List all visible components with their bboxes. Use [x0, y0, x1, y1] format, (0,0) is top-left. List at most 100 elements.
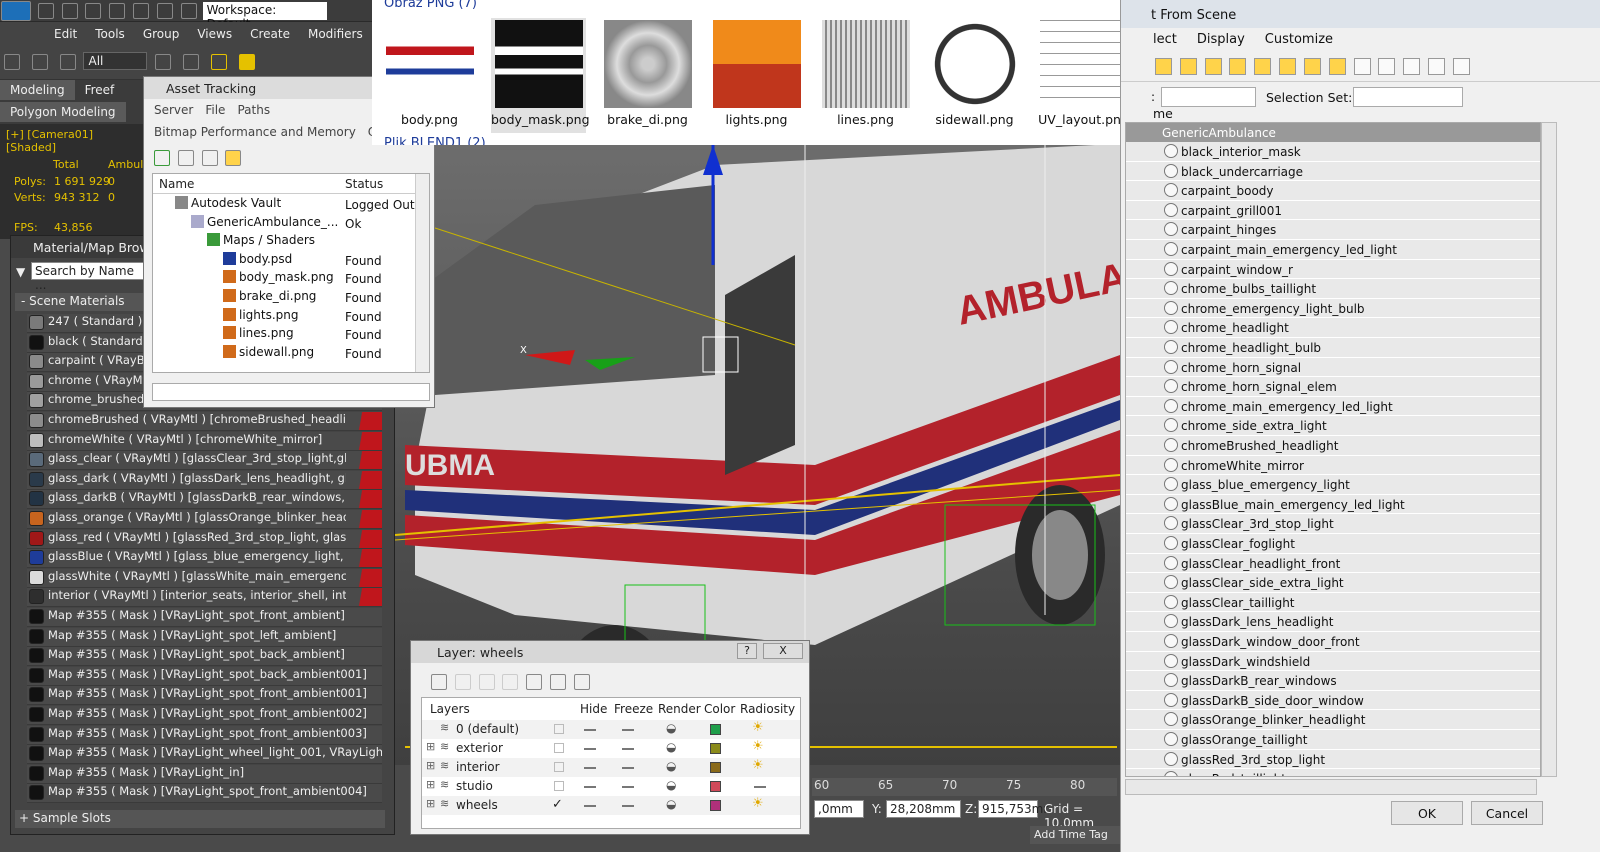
file-thumbnail[interactable]: sidewall.png	[927, 18, 1022, 133]
asset-scrollbar[interactable]	[415, 174, 429, 372]
scene-list-item[interactable]: glassDark_lens_headlight	[1126, 612, 1540, 632]
layer-row[interactable]: ⊞ ≋ exterior ◒ ☀	[422, 739, 800, 758]
open-file-icon[interactable]	[61, 3, 78, 19]
asset-row[interactable]: lights.png Found	[153, 307, 415, 326]
display-shapes-icon[interactable]	[1179, 58, 1197, 75]
z-coordinate-field[interactable]: 915,753mr	[978, 800, 1048, 818]
png-group-header[interactable]: Obraz PNG (7)	[384, 0, 477, 11]
material-item[interactable]: glassWhite ( VRayMtl ) [glassWhite_main_…	[27, 568, 382, 588]
scene-list-item[interactable]: glassClear_taillight	[1126, 592, 1540, 613]
current-layer-checkbox[interactable]	[554, 762, 564, 772]
scene-list-item[interactable]: carpaint_hinges	[1126, 220, 1540, 240]
material-item[interactable]: Map #355 ( Mask ) [VRayLight_spot_front_…	[27, 706, 382, 725]
asset-row[interactable]: body_mask.png Found	[153, 270, 415, 288]
render-teapot-icon[interactable]: ◒	[666, 759, 676, 773]
freeze-toggle[interactable]	[622, 748, 634, 750]
render-teapot-icon[interactable]: ◒	[666, 721, 676, 735]
redo-icon[interactable]	[133, 3, 150, 19]
scene-list-item[interactable]: chrome_bulbs_taillight	[1126, 279, 1540, 299]
viewport-label[interactable]: [+] [Camera01] [Shaded]	[6, 128, 145, 154]
scene-list-item[interactable]: glassDarkB_rear_windows	[1126, 671, 1540, 691]
material-item[interactable]: chromeWhite ( VRayMtl ) [chromeWhite_mir…	[27, 431, 382, 451]
select-in-layer-icon[interactable]	[502, 674, 519, 690]
freeze-toggle[interactable]	[622, 786, 634, 788]
menu-create[interactable]: Create	[241, 22, 299, 46]
display-cameras-icon[interactable]	[1229, 58, 1247, 75]
material-item[interactable]: glass_dark ( VRayMtl ) [glassDark_lens_h…	[27, 470, 382, 490]
scene-list-item[interactable]: glassRed_3rd_stop_light	[1126, 749, 1540, 770]
material-item[interactable]: Map #355 ( Mask ) [VRayLight_spot_back_a…	[27, 666, 382, 686]
scene-list-scrollbar[interactable]	[1541, 122, 1557, 777]
tab-polygon-modeling[interactable]: Polygon Modeling	[0, 102, 126, 122]
file-thumbnail[interactable]: body.png	[382, 18, 477, 133]
display-spacewarps-icon[interactable]	[1279, 58, 1297, 75]
bind-spacewarp-icon[interactable]	[59, 54, 76, 70]
blend-group-header[interactable]: Plik BLEND1 (2)	[384, 136, 486, 145]
asset-row[interactable]: brake_di.png Found	[153, 289, 415, 307]
material-item[interactable]: interior ( VRayMtl ) [interior_seats, in…	[27, 588, 382, 608]
scene-list-item[interactable]: chromeBrushed_headlight	[1126, 436, 1540, 456]
select-invert-icon[interactable]	[1452, 58, 1470, 75]
material-search-input[interactable]: Search by Name ...	[31, 262, 151, 292]
layer-row[interactable]: ⊞ ≋ wheels ✓ ◒ ☀	[422, 796, 800, 815]
select-none-icon[interactable]	[1428, 58, 1446, 75]
material-item[interactable]: glass_orange ( VRayMtl ) [glassOrange_bl…	[27, 510, 382, 529]
freeze-toggle[interactable]	[622, 805, 634, 807]
hide-all-layers-icon[interactable]	[550, 674, 567, 690]
timeline-ruler[interactable]: 60 65 70 75 80	[812, 778, 1117, 796]
radiosity-icon[interactable]: ☀	[752, 739, 764, 754]
scene-list-item[interactable]: glassDarkB_side_door_window	[1126, 690, 1540, 711]
scene-list-item[interactable]: glassRed_taillight	[1126, 769, 1540, 776]
scene-list-item[interactable]: chrome_main_emergency_led_light	[1126, 396, 1540, 417]
freeze-toggle[interactable]	[622, 767, 634, 769]
column-status[interactable]: Status	[345, 177, 383, 191]
current-layer-check-icon[interactable]: ✓	[552, 797, 563, 812]
scene-list-item[interactable]: carpaint_grill001	[1126, 200, 1540, 221]
scene-list-item[interactable]: chrome_horn_signal	[1126, 357, 1540, 378]
sample-slots-group[interactable]: + Sample Slots	[15, 810, 385, 828]
asset-row[interactable]: GenericAmbulance_... Ok	[153, 214, 415, 233]
region-select-icon[interactable]	[210, 54, 227, 70]
display-groups-icon[interactable]	[1303, 58, 1321, 75]
layer-row[interactable]: ⊞ ≋ studio ◒	[422, 777, 800, 796]
hide-toggle[interactable]	[584, 767, 596, 769]
scene-root-item[interactable]: GenericAmbulance	[1126, 123, 1540, 142]
highlight-layer-icon[interactable]	[526, 674, 543, 690]
menu-file[interactable]: File	[199, 99, 231, 121]
hide-toggle[interactable]	[584, 748, 596, 750]
close-button[interactable]: X	[763, 643, 803, 659]
select-by-name-icon[interactable]	[183, 54, 200, 70]
scene-horizontal-scrollbar[interactable]	[1125, 779, 1537, 795]
y-coordinate-field[interactable]: 28,208mm	[886, 800, 961, 818]
scene-list-item[interactable]: chrome_headlight_bulb	[1126, 338, 1540, 358]
scene-list-item[interactable]: glassOrange_taillight	[1126, 730, 1540, 750]
scene-list-item[interactable]: chrome_headlight	[1126, 318, 1540, 338]
menu-views[interactable]: Views	[188, 22, 241, 46]
material-item[interactable]: Map #355 ( Mask ) [VRayLight_spot_front_…	[27, 608, 382, 627]
freeze-all-layers-icon[interactable]	[573, 674, 590, 690]
menu-bitmap-performance[interactable]: Bitmap Performance and Memory	[148, 121, 362, 143]
render-teapot-icon[interactable]: ◒	[666, 740, 676, 754]
tab-modeling[interactable]: Modeling	[0, 80, 75, 100]
scene-list-item[interactable]: glassClear_headlight_front	[1126, 553, 1540, 574]
layer-row[interactable]: ⊞ ≋ interior ◒ ☀	[422, 758, 800, 777]
menu-paths[interactable]: Paths	[231, 99, 276, 121]
file-thumbnail[interactable]: UV_layout.png	[1036, 18, 1131, 133]
column-name-header[interactable]: me	[1153, 106, 1173, 121]
hide-toggle[interactable]	[584, 729, 596, 731]
expand-icon[interactable]: ⊞	[426, 778, 435, 791]
layer-color-swatch[interactable]	[710, 743, 721, 754]
material-item[interactable]: glass_darkB ( VRayMtl ) [glassDarkB_rear…	[27, 490, 382, 510]
scene-list-item[interactable]: carpaint_window_r	[1126, 259, 1540, 280]
material-item[interactable]: glass_clear ( VRayMtl ) [glassClear_3rd_…	[27, 451, 382, 471]
layer-color-swatch[interactable]	[710, 762, 721, 773]
new-file-icon[interactable]	[37, 3, 54, 19]
table-view-icon[interactable]	[225, 150, 242, 166]
undo-icon[interactable]	[109, 3, 126, 19]
scene-dialog-title[interactable]: t From Scene	[1121, 0, 1600, 28]
file-thumbnail[interactable]: lights.png	[709, 18, 804, 133]
unlink-icon[interactable]	[31, 54, 48, 70]
material-item[interactable]: Map #355 ( Mask ) [VRayLight_spot_back_a…	[27, 647, 382, 667]
scene-list-item[interactable]: glassOrange_blinker_headlight	[1126, 710, 1540, 730]
layer-color-swatch[interactable]	[710, 781, 721, 792]
